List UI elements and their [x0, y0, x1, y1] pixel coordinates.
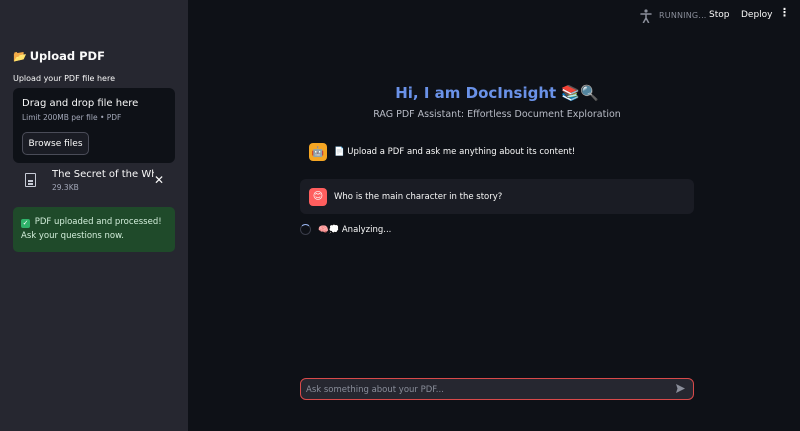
file-dropzone[interactable]: Drag and drop file here Limit 200MB per …: [13, 88, 175, 163]
check-icon: ✓: [21, 219, 30, 228]
folder-icon: 📂: [13, 49, 27, 63]
user-message-text: Who is the main character in the story?: [334, 191, 503, 202]
top-bar: RUNNING... Stop Deploy ⋮: [188, 0, 800, 34]
user-avatar-icon: 😊: [309, 187, 327, 206]
user-message: 😊 Who is the main character in the story…: [300, 179, 694, 214]
dropzone-limit: Limit 200MB per file • PDF: [22, 113, 122, 122]
uploader-label: Upload your PDF file here: [13, 74, 115, 83]
send-icon[interactable]: [675, 383, 686, 397]
page-title: Hi, I am DocInsight 📚🔍: [395, 84, 599, 102]
running-status: RUNNING...: [659, 11, 707, 20]
sidebar-header-label: Upload PDF: [29, 49, 105, 63]
stop-button[interactable]: Stop: [709, 10, 729, 20]
page-subtitle: RAG PDF Assistant: Effortless Document E…: [373, 109, 621, 120]
chat-input-box: [300, 378, 694, 400]
assistant-message: 🤖 📄 Upload a PDF and ask me anything abo…: [300, 140, 694, 164]
running-person-icon: [640, 9, 652, 24]
file-size: 29.3KB: [52, 183, 79, 192]
analyzing-text: 🧠💭 Analyzing...: [318, 224, 392, 235]
send-arrow-svg: [676, 384, 685, 393]
sidebar-header: 📂 Upload PDF: [13, 49, 105, 63]
running-person-svg: [640, 9, 652, 24]
file-icon: [25, 173, 36, 187]
uploaded-file: The Secret of the Whi… 29.3KB ✕: [13, 165, 175, 195]
analyzing-status: 🧠💭 Analyzing...: [300, 224, 391, 235]
remove-file-icon[interactable]: ✕: [154, 173, 164, 187]
browse-files-button[interactable]: Browse files: [22, 132, 89, 155]
spinner-icon: [300, 224, 311, 235]
assistant-message-text: 📄 Upload a PDF and ask me anything about…: [334, 147, 576, 157]
dropzone-title: Drag and drop file here: [22, 98, 139, 109]
file-name: The Secret of the Whi…: [52, 169, 154, 180]
success-text: PDF uploaded and processed! Ask your que…: [21, 217, 162, 241]
main-menu-icon[interactable]: ⋮: [779, 7, 790, 18]
deploy-button[interactable]: Deploy: [741, 10, 773, 20]
sidebar: 📂 Upload PDF Upload your PDF file here D…: [0, 0, 188, 431]
assistant-avatar-icon: 🤖: [309, 143, 327, 161]
chat-input[interactable]: [306, 382, 666, 397]
success-alert: ✓ PDF uploaded and processed! Ask your q…: [13, 207, 175, 252]
